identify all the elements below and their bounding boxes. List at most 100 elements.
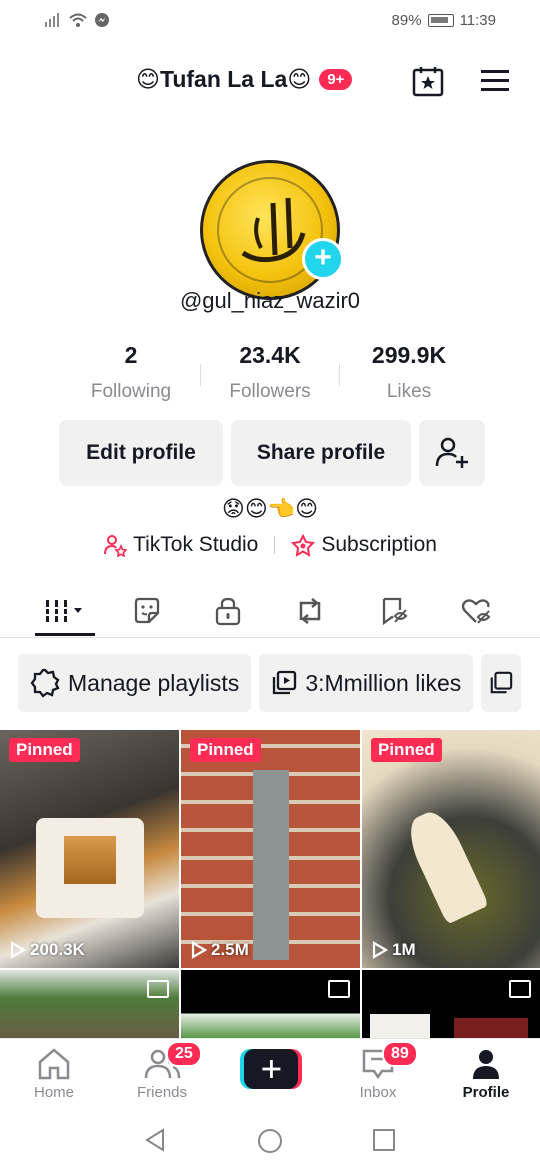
subscription-link[interactable]: Subscription (291, 533, 437, 557)
menu-icon[interactable] (480, 68, 510, 94)
nav-label: Inbox (359, 1084, 397, 1101)
tiktok-studio-icon (104, 535, 128, 557)
stat-label: Likes (386, 381, 432, 402)
pinned-badge: Pinned (9, 738, 80, 762)
videos-grid-icon (43, 600, 82, 622)
video-thumbnail[interactable]: Pinned 200.3K (0, 730, 179, 968)
view-count-text: 200.3K (30, 940, 85, 959)
tab-favorites[interactable] (364, 586, 424, 636)
nav-label: Friends (136, 1084, 188, 1101)
photo-icon (147, 980, 169, 998)
view-count: 200.3K (10, 940, 85, 960)
status-icons-right: 89% 11:39 (392, 12, 496, 29)
stat-value: 299.9K (371, 342, 447, 368)
favorites-icon (382, 597, 408, 626)
stat-likes[interactable]: 299.9K Likes (340, 342, 478, 403)
video-thumbnail[interactable]: Pinned 2.5M (181, 730, 360, 968)
profile-bio: 😟😊👈😊 (221, 496, 319, 521)
back-icon[interactable] (143, 1128, 167, 1152)
calendar-star-icon[interactable] (412, 65, 444, 97)
stat-label: Following (90, 381, 172, 402)
bottom-nav: Home Friends 25 Inbox 89 Profile (0, 1038, 540, 1108)
stat-following[interactable]: 2 Following (62, 342, 200, 403)
display-name: 😊Tufan La La😊 (136, 66, 312, 92)
stat-followers[interactable]: 23.4K Followers (201, 342, 339, 403)
account-switcher[interactable]: 😊Tufan La La😊 9+ (136, 66, 353, 93)
playlist-chip[interactable]: 3:Mmillion likes (259, 654, 474, 712)
stat-label: Followers (229, 381, 311, 402)
profile-header: 😊Tufan La La😊 9+ (0, 60, 540, 106)
playlist-icon (273, 670, 297, 695)
view-count: 2.5M (191, 940, 249, 960)
nav-friends[interactable]: Friends 25 (112, 1041, 212, 1101)
profile-icon (473, 1050, 499, 1079)
messenger-icon (95, 13, 109, 27)
liked-icon (461, 599, 491, 624)
tab-videos[interactable] (35, 586, 95, 636)
playlist-settings-icon (30, 668, 60, 698)
battery-percent: 89% (391, 12, 422, 29)
create-icon (240, 1049, 302, 1089)
active-tab-indicator (35, 633, 95, 636)
profile-handle: @gul_niaz_wazir0 (179, 288, 361, 313)
recents-icon[interactable] (372, 1128, 396, 1152)
playlist-label: Manage playlists (68, 669, 240, 696)
friends-badge: 25 (166, 1041, 202, 1067)
nav-label: Profile (462, 1084, 510, 1101)
playlist-icon (490, 671, 513, 694)
share-profile-button[interactable]: Share profile (231, 420, 411, 486)
add-icon[interactable]: + (302, 238, 344, 280)
view-count: 1M (372, 940, 416, 960)
photo-thumbnail[interactable] (181, 970, 360, 1040)
tab-reposts[interactable] (280, 586, 340, 636)
home-circle-icon[interactable] (257, 1128, 283, 1154)
wifi-icon (69, 13, 87, 27)
battery-icon (427, 14, 454, 27)
nav-home[interactable]: Home (4, 1047, 104, 1101)
profile-stats: 2 Following 23.4K Followers 299.9K Likes (62, 342, 478, 403)
system-navigation (0, 1108, 540, 1170)
play-icon (372, 941, 388, 959)
tiktok-studio-label: TikTok Studio (133, 533, 259, 556)
play-icon (10, 941, 26, 959)
signal-icon (45, 13, 59, 27)
video-thumbnail[interactable]: Pinned 1M (362, 730, 540, 968)
subscription-icon (291, 533, 316, 557)
stat-value: 2 (124, 342, 138, 368)
photo-icon (328, 980, 350, 998)
add-friend-button[interactable] (419, 420, 485, 486)
nav-label: Home (33, 1084, 74, 1101)
view-count-text: 2.5M (211, 940, 249, 959)
divider (274, 536, 276, 554)
photo-thumbnail[interactable] (362, 970, 540, 1040)
profile-actions: Edit profile Share profile (59, 420, 485, 486)
nav-inbox[interactable]: Inbox 89 (328, 1041, 428, 1101)
inbox-badge: 89 (382, 1041, 418, 1067)
nav-profile[interactable]: Profile (436, 1047, 536, 1101)
tab-liked[interactable] (446, 586, 506, 636)
status-icons-left (44, 12, 110, 28)
view-count-text: 1M (392, 940, 416, 959)
tab-private[interactable] (198, 586, 258, 636)
add-friend-icon (435, 437, 468, 468)
home-icon (38, 1048, 70, 1080)
lock-icon (215, 597, 241, 626)
edit-profile-button[interactable]: Edit profile (59, 420, 223, 486)
pinned-badge: Pinned (190, 738, 261, 762)
manage-playlists-button[interactable]: Manage playlists (18, 654, 252, 712)
tiktok-studio-link[interactable]: TikTok Studio (103, 533, 258, 557)
playlist-label: 3:Mmillion likes (305, 669, 462, 696)
create-button[interactable] (240, 1049, 302, 1089)
status-bar: 89% 11:39 (0, 0, 540, 42)
stat-value: 23.4K (239, 342, 301, 368)
content-tabs (0, 586, 540, 638)
clock: 11:39 (459, 12, 496, 29)
tab-stickers[interactable] (117, 586, 177, 636)
photo-thumbnail[interactable] (0, 970, 179, 1040)
stickers-icon (134, 597, 160, 624)
playlist-chip-partial[interactable] (481, 654, 522, 712)
creator-links: TikTok Studio Subscription (0, 533, 540, 557)
play-icon (191, 941, 207, 959)
subscription-label: Subscription (321, 533, 437, 556)
photo-icon (509, 980, 531, 998)
